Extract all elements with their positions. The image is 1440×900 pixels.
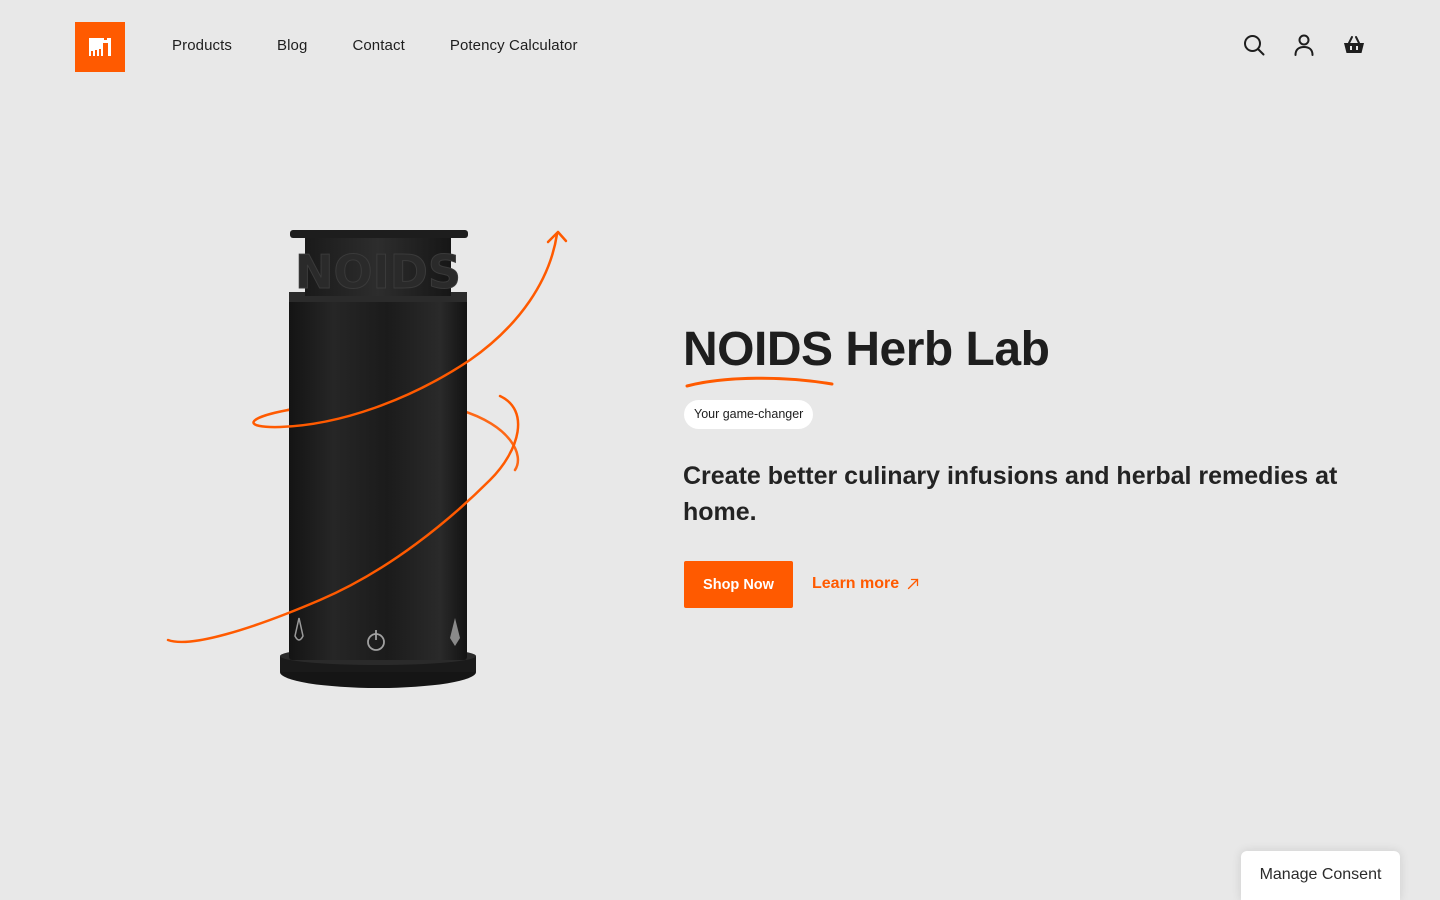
- brand-logo[interactable]: [75, 22, 125, 72]
- search-button[interactable]: [1242, 33, 1266, 57]
- hero-product-image: NOIDS: [160, 220, 580, 700]
- nav-item-products[interactable]: Products: [172, 36, 232, 56]
- basket-icon: [1344, 36, 1364, 53]
- hero-subtitle: Create better culinary infusions and her…: [683, 462, 1338, 526]
- main-nav: Products Blog Contact Potency Calculator: [172, 36, 578, 56]
- learn-more-link[interactable]: Learn more: [812, 574, 919, 594]
- search-icon: [1244, 35, 1265, 56]
- header-actions: [1242, 33, 1366, 57]
- nav-item-contact[interactable]: Contact: [352, 36, 404, 56]
- nav-item-potency-calculator[interactable]: Potency Calculator: [450, 36, 578, 56]
- hero-title: NOIDS Herb Lab: [683, 323, 1050, 376]
- product-device-illustration: NOIDS: [166, 230, 568, 688]
- arrow-up-right-icon: [907, 578, 919, 590]
- cart-button[interactable]: [1342, 33, 1366, 57]
- user-icon: [1294, 34, 1314, 56]
- learn-more-label: Learn more: [812, 575, 900, 592]
- nav-item-blog[interactable]: Blog: [277, 36, 307, 56]
- manage-consent-button[interactable]: Manage Consent: [1241, 851, 1400, 900]
- account-button[interactable]: [1292, 33, 1316, 57]
- site-header: Products Blog Contact Potency Calculator: [0, 0, 1440, 94]
- shop-now-button[interactable]: Shop Now: [684, 561, 793, 608]
- title-underline-swoosh: [685, 376, 834, 388]
- lab-logo-icon: [89, 37, 111, 56]
- device-embossed-text: NOIDS: [295, 245, 461, 299]
- tagline-badge: Your game-changer: [684, 400, 814, 429]
